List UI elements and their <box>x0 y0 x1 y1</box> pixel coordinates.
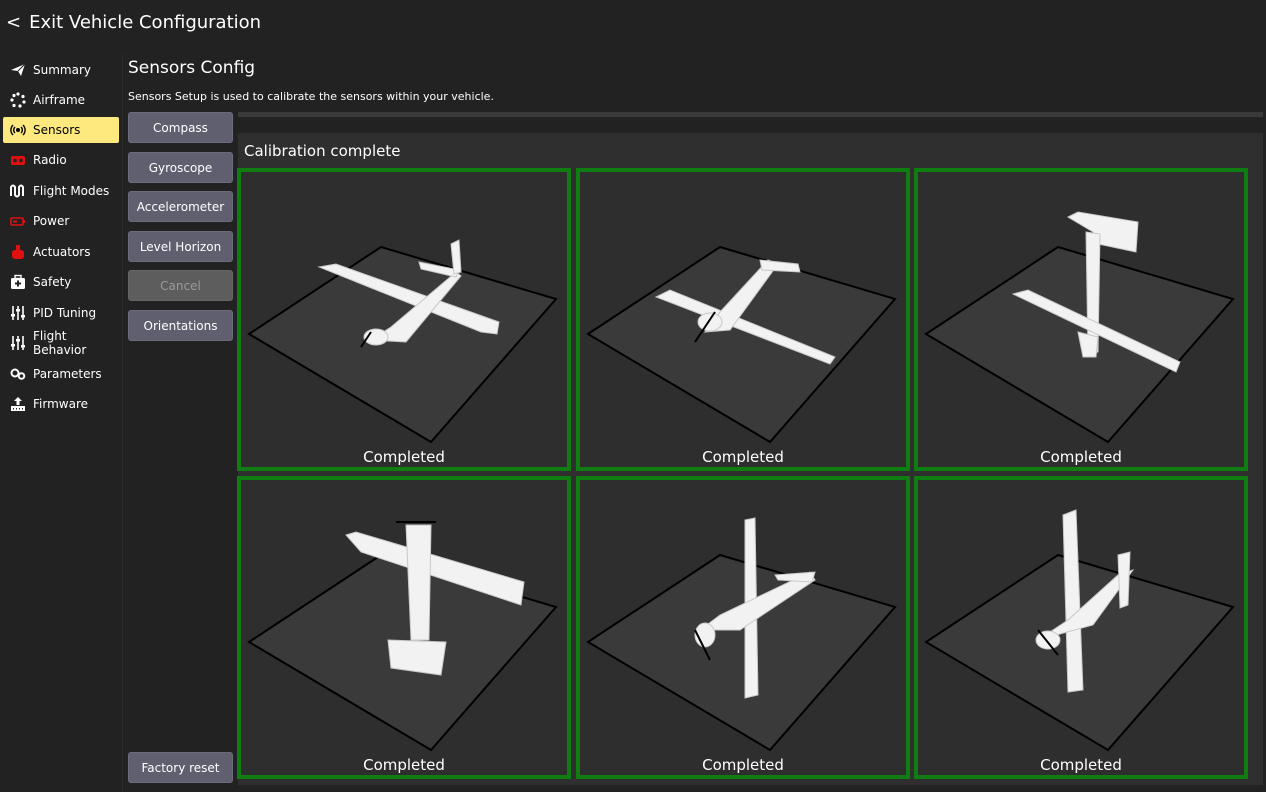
page-description: Sensors Setup is used to calibrate the s… <box>128 90 494 103</box>
sidebar-item-label: Firmware <box>33 397 88 411</box>
exit-vehicle-configuration-button[interactable]: < Exit Vehicle Configuration <box>6 12 261 33</box>
sidebar-item-flight-behavior[interactable]: Flight Behavior <box>3 329 119 357</box>
sidebar-item-radio[interactable]: Radio <box>3 147 119 173</box>
sidebar-item-summary[interactable]: Summary <box>3 57 119 83</box>
sidebar: Summary Airframe Sensors Radio Flight Mo… <box>0 54 123 792</box>
orientation-tile-right-side: Completed <box>914 476 1248 779</box>
orientation-tile-nose-up: Completed <box>237 476 571 779</box>
accelerometer-button[interactable]: Accelerometer <box>128 191 233 222</box>
tile-status: Completed <box>363 448 445 466</box>
sensors-radio-waves-icon <box>10 122 26 138</box>
sidebar-item-label: Airframe <box>33 93 86 107</box>
orientation-tile-level: Completed <box>237 168 571 471</box>
sidebar-item-safety[interactable]: Safety <box>3 269 119 295</box>
sidebar-item-power[interactable]: Power <box>3 208 119 234</box>
sidebar-item-label: Safety <box>33 275 72 289</box>
sidebar-item-actuators[interactable]: Actuators <box>3 239 119 265</box>
tile-status: Completed <box>702 756 784 774</box>
airplane-right-side-image <box>924 509 1235 752</box>
compass-button[interactable]: Compass <box>128 112 233 143</box>
sidebar-item-flight-modes[interactable]: Flight Modes <box>3 178 119 204</box>
sidebar-item-sensors[interactable]: Sensors <box>3 117 119 143</box>
factory-reset-button[interactable]: Factory reset <box>128 752 233 783</box>
airframe-dots-icon <box>10 92 26 108</box>
tile-status: Completed <box>1040 756 1122 774</box>
sidebar-divider <box>122 54 123 792</box>
sidebar-item-label: Radio <box>33 153 67 167</box>
airplane-level-image <box>247 239 558 444</box>
sidebar-item-airframe[interactable]: Airframe <box>3 87 119 113</box>
sliders-icon <box>10 305 26 321</box>
sidebar-item-label: Power <box>33 214 70 228</box>
airplane-nose-down-image <box>924 211 1235 444</box>
sidebar-item-label: Parameters <box>33 367 102 381</box>
tile-status: Completed <box>702 448 784 466</box>
flight-modes-wave-icon <box>10 183 26 199</box>
actuators-icon <box>10 244 26 260</box>
airplane-upside-down-image <box>586 245 897 444</box>
sidebar-item-label: Actuators <box>33 245 91 259</box>
page-title: Sensors Config <box>128 58 256 78</box>
gyroscope-button[interactable]: Gyroscope <box>128 152 233 183</box>
tile-status: Completed <box>363 756 445 774</box>
airplane-left-side-image <box>586 517 897 752</box>
paper-plane-icon <box>10 62 26 78</box>
cancel-button[interactable]: Cancel <box>128 270 233 301</box>
gears-icon <box>10 366 26 382</box>
sidebar-item-firmware[interactable]: Firmware <box>3 391 119 417</box>
sidebar-item-label: Summary <box>33 63 91 77</box>
orientations-button[interactable]: Orientations <box>128 310 233 341</box>
sidebar-item-parameters[interactable]: Parameters <box>3 361 119 387</box>
top-bar: < Exit Vehicle Configuration <box>0 0 1266 48</box>
first-aid-kit-icon <box>10 274 26 290</box>
orientation-tile-nose-down: Completed <box>914 168 1248 471</box>
battery-icon <box>10 213 26 229</box>
radio-transmitter-icon <box>10 152 26 168</box>
tile-status: Completed <box>1040 448 1122 466</box>
orientation-tile-upside-down: Completed <box>576 168 910 471</box>
airplane-nose-up-image <box>247 521 558 752</box>
sidebar-item-label: Sensors <box>33 123 81 137</box>
header-divider <box>238 112 1263 117</box>
calibration-title: Calibration complete <box>244 142 401 160</box>
sidebar-item-label: Flight Behavior <box>33 329 87 357</box>
sidebar-item-label: Flight Modes <box>33 184 110 198</box>
chevron-left-icon: < <box>6 12 22 33</box>
exit-label: Exit Vehicle Configuration <box>29 12 262 33</box>
sliders-icon <box>10 335 26 351</box>
sidebar-item-pid-tuning[interactable]: PID Tuning <box>3 300 119 326</box>
level-horizon-button[interactable]: Level Horizon <box>128 231 233 262</box>
sidebar-item-label: PID Tuning <box>33 306 97 320</box>
orientation-tile-left-side: Completed <box>576 476 910 779</box>
firmware-upload-icon <box>10 396 26 412</box>
